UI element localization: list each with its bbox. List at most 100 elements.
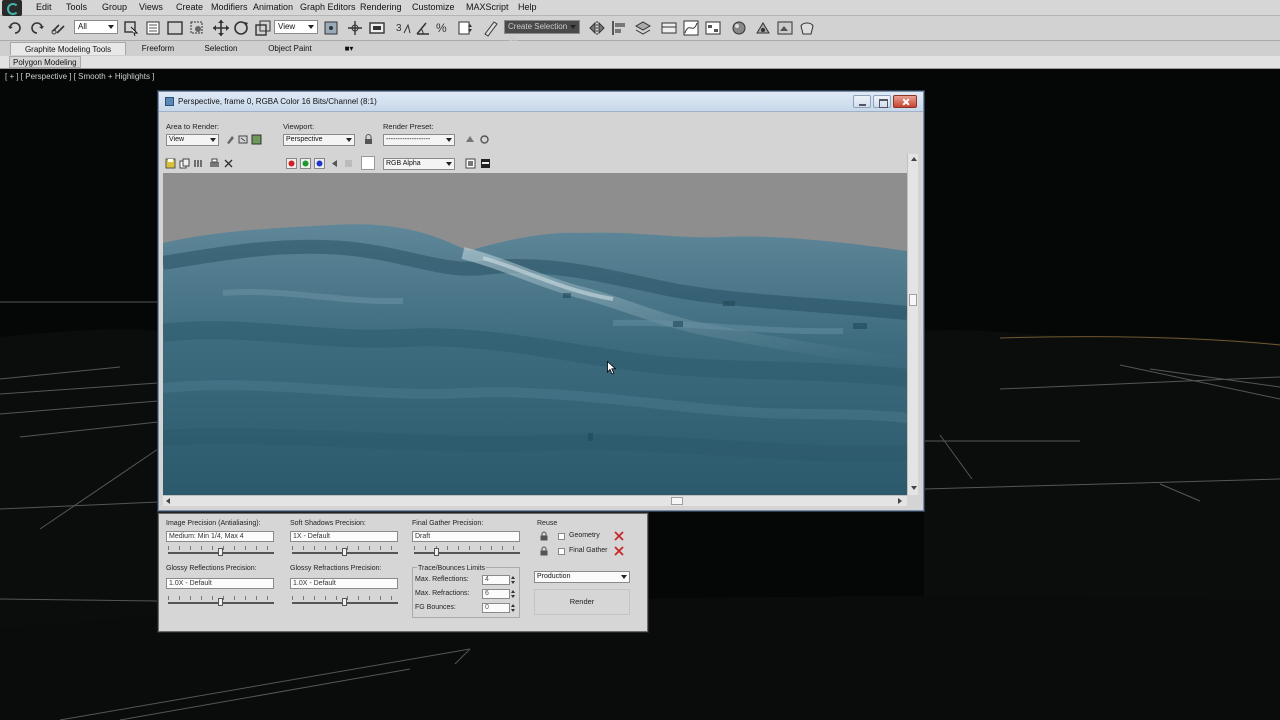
render-setup-small-icon[interactable] (465, 134, 476, 145)
scale-icon[interactable] (254, 19, 272, 37)
render-setup-icon[interactable] (754, 19, 772, 37)
final-gather-slider-thumb[interactable] (434, 548, 439, 556)
menu-edit[interactable]: Edit (36, 2, 52, 12)
edit-named-selection-icon[interactable] (482, 19, 500, 37)
render-button[interactable]: Render (534, 589, 630, 615)
menu-rendering[interactable]: Rendering (360, 2, 402, 12)
schematic-view-icon[interactable] (704, 19, 722, 37)
geometry-lock-icon[interactable] (540, 531, 548, 541)
keyboard-shortcut-icon[interactable] (368, 19, 386, 37)
red-channel-icon[interactable] (286, 158, 297, 169)
menu-views[interactable]: Views (139, 2, 163, 12)
soft-shadows-field[interactable]: 1X - Default (290, 531, 398, 542)
glossy-refractions-slider[interactable] (292, 594, 398, 606)
render-preset-dropdown[interactable]: ------------------- (383, 134, 455, 146)
auto-region-icon[interactable] (238, 134, 249, 145)
tab-freeform[interactable]: Freeform (130, 42, 186, 55)
clear-image-icon[interactable] (223, 158, 234, 169)
horizontal-scrollbar[interactable] (163, 495, 907, 506)
select-by-name-icon[interactable] (144, 19, 162, 37)
menu-create[interactable]: Create (176, 2, 203, 12)
rectangular-selection-icon[interactable] (166, 19, 184, 37)
glossy-reflections-slider[interactable] (168, 594, 274, 606)
max-refractions-spinner[interactable] (510, 589, 516, 599)
graphite-toggle-icon[interactable] (660, 19, 678, 37)
scroll-down-arrow-icon[interactable] (911, 486, 917, 490)
lock-icon[interactable] (363, 134, 374, 145)
image-precision-slider[interactable] (168, 544, 274, 556)
edit-region-icon[interactable] (225, 134, 236, 145)
production-mode-dropdown[interactable]: Production (534, 571, 630, 583)
glossy-refractions-slider-thumb[interactable] (342, 598, 347, 606)
viewport-dropdown[interactable]: Perspective (283, 134, 355, 146)
glossy-reflections-slider-thumb[interactable] (218, 598, 223, 606)
max-refractions-field[interactable]: 6 (482, 589, 510, 599)
scroll-right-arrow-icon[interactable] (898, 498, 902, 504)
vertical-scroll-thumb[interactable] (909, 294, 917, 306)
menu-modifiers[interactable]: Modifiers (211, 2, 248, 12)
copy-image-icon[interactable] (179, 158, 190, 169)
blue-channel-icon[interactable] (314, 158, 325, 169)
final-gather-checkbox[interactable] (558, 548, 565, 555)
area-to-render-dropdown[interactable]: View (166, 134, 219, 146)
named-selection-set-dropdown[interactable]: Create Selection Se (504, 20, 580, 43)
menu-maxscript[interactable]: MAXScript (466, 2, 509, 12)
monochrome-icon[interactable] (343, 158, 354, 169)
minimize-button[interactable] (853, 95, 871, 108)
fg-bounces-spinner[interactable] (510, 603, 516, 613)
glossy-refractions-field[interactable]: 1.0X - Default (290, 578, 398, 589)
app-logo-icon[interactable] (2, 0, 22, 16)
spinner-snap-icon[interactable] (456, 19, 474, 37)
render-window-titlebar[interactable]: Perspective, frame 0, RGBA Color 16 Bits… (159, 92, 923, 112)
fg-bounces-field[interactable]: 0 (482, 603, 510, 613)
final-gather-field[interactable]: Draft (412, 531, 520, 542)
rotate-icon[interactable] (232, 19, 250, 37)
green-channel-icon[interactable] (300, 158, 311, 169)
clear-final-gather-icon[interactable] (614, 546, 624, 556)
select-manipulate-icon[interactable] (346, 19, 364, 37)
select-object-icon[interactable] (122, 19, 140, 37)
move-icon[interactable] (212, 19, 230, 37)
snap-3d-icon[interactable]: 3 (394, 19, 412, 37)
menu-group[interactable]: Group (102, 2, 127, 12)
mirror-icon[interactable] (588, 19, 606, 37)
clear-geometry-icon[interactable] (614, 531, 624, 541)
menu-help[interactable]: Help (518, 2, 537, 12)
geometry-checkbox[interactable] (558, 533, 565, 540)
alpha-channel-icon[interactable] (329, 158, 340, 169)
curve-editor-icon[interactable] (682, 19, 700, 37)
align-icon[interactable] (610, 19, 628, 37)
maximize-button[interactable] (873, 95, 891, 108)
layer-manager-icon[interactable] (634, 19, 652, 37)
close-button[interactable] (893, 95, 917, 108)
angle-snap-icon[interactable] (414, 19, 432, 37)
undo-icon[interactable] (6, 19, 24, 37)
link-icon[interactable] (50, 19, 68, 37)
rendered-image[interactable] (163, 173, 907, 495)
viewport-label[interactable]: [ + ] [ Perspective ] [ Smooth + Highlig… (5, 72, 154, 81)
render-production-icon[interactable] (798, 19, 816, 37)
image-precision-slider-thumb[interactable] (218, 548, 223, 556)
tab-selection[interactable]: Selection (194, 42, 248, 55)
material-editor-icon[interactable] (730, 19, 748, 37)
scroll-left-arrow-icon[interactable] (166, 498, 170, 504)
scroll-up-arrow-icon[interactable] (911, 157, 917, 161)
final-gather-lock-icon[interactable] (540, 546, 548, 556)
menu-tools[interactable]: Tools (66, 2, 87, 12)
glossy-reflections-field[interactable]: 1.0X - Default (166, 578, 274, 589)
swatch-color[interactable] (361, 156, 375, 170)
rendered-frame-window-icon[interactable] (776, 19, 794, 37)
max-reflections-field[interactable]: 4 (482, 575, 510, 585)
soft-shadows-slider[interactable] (292, 544, 398, 556)
redo-icon[interactable] (28, 19, 46, 37)
soft-shadows-slider-thumb[interactable] (342, 548, 347, 556)
horizontal-scroll-thumb[interactable] (671, 497, 683, 505)
image-precision-field[interactable]: Medium: Min 1/4, Max 4 (166, 531, 274, 542)
vertical-scrollbar[interactable] (907, 154, 918, 495)
menu-animation[interactable]: Animation (253, 2, 293, 12)
ribbon-options-icon[interactable]: ■▾ (338, 42, 360, 55)
clone-window-icon[interactable] (193, 158, 204, 169)
save-image-icon[interactable] (165, 158, 176, 169)
tab-graphite-modeling-tools[interactable]: Graphite Modeling Tools (10, 42, 126, 55)
region-render-icon[interactable] (251, 134, 262, 145)
